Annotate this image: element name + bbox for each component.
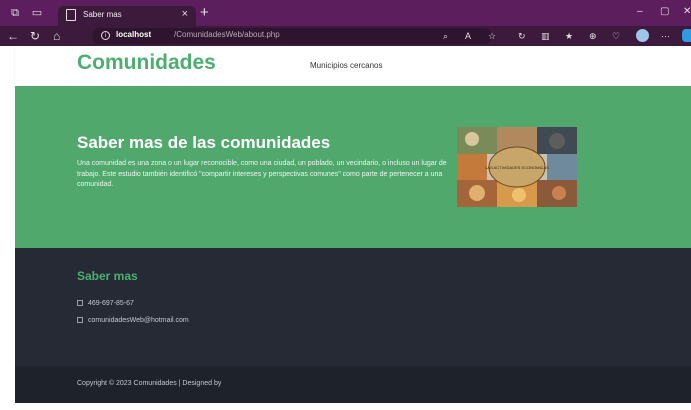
close-tab-icon[interactable]: ×	[182, 8, 188, 20]
email-address[interactable]: comunidadesWeb@hotmail.com	[88, 317, 189, 324]
read-aloud-icon[interactable]: A	[465, 30, 471, 42]
site-brand[interactable]: Comunidades	[77, 51, 216, 75]
email-icon	[77, 317, 83, 323]
contact-email: comunidadesWeb@hotmail.com	[77, 317, 189, 324]
tab-title: Saber mas	[83, 10, 122, 19]
site-navbar: Comunidades Municipios cercanos	[15, 46, 691, 86]
address-bar[interactable]: i localhost /ComunidadesWeb/about.php	[92, 28, 492, 44]
image-caption: LAS ACTIVIDADES ECONOMICAS	[485, 165, 549, 170]
home-icon[interactable]: ⌂	[53, 29, 60, 43]
hero-section: Saber mas de las comunidades Una comunid…	[15, 86, 691, 248]
economic-activities-image: LAS ACTIVIDADES ECONOMICAS	[457, 127, 577, 207]
favorite-star-icon[interactable]: ☆	[488, 30, 496, 42]
refresh-icon[interactable]: ↻	[30, 29, 40, 43]
browser-essentials-icon[interactable]: ♡	[612, 30, 620, 42]
site-info-icon[interactable]: i	[101, 31, 110, 40]
collections-icon[interactable]: ⊕	[589, 30, 597, 42]
more-options-icon[interactable]: ···	[661, 30, 670, 42]
url-host: localhost	[116, 30, 152, 39]
phone-icon	[77, 300, 83, 306]
browser-tab-strip: ⧉ ▭ Saber mas × + – ▢ ✕	[0, 0, 691, 26]
hero-title: Saber mas de las comunidades	[77, 133, 331, 152]
close-window-icon[interactable]: ✕	[683, 6, 691, 17]
nav-link-municipios[interactable]: Municipios cercanos	[310, 61, 382, 70]
browser-tab[interactable]: Saber mas ×	[58, 6, 196, 26]
favorites-icon[interactable]: ★	[565, 30, 573, 42]
copyright-bar: Copyright © 2023 Comunidades | Designed …	[15, 366, 691, 403]
maximize-icon[interactable]: ▢	[660, 6, 669, 17]
browser-toolbar: ← ↻ ⌂ i localhost /ComunidadesWeb/about.…	[0, 26, 691, 46]
page-icon	[66, 9, 76, 21]
footer-title: Saber mas	[77, 269, 138, 283]
contact-phone: 469-697-85-67	[77, 300, 134, 307]
split-screen-icon[interactable]: ▥	[541, 30, 550, 42]
workspaces-icon[interactable]: ⧉	[8, 6, 22, 20]
phone-number: 469-697-85-67	[88, 300, 134, 307]
copilot-icon[interactable]	[682, 29, 691, 42]
site-footer: Saber mas 469-697-85-67 comunidadesWeb@h…	[15, 248, 691, 366]
minimize-icon[interactable]: –	[637, 6, 643, 17]
new-tab-icon[interactable]: +	[200, 4, 209, 21]
refresh-extension-icon[interactable]: ↻	[518, 30, 526, 42]
profile-avatar[interactable]	[636, 29, 649, 42]
hero-description: Una comunidad es una zona o un lugar rec…	[77, 160, 447, 188]
page-bottom	[15, 403, 691, 410]
web-page: Comunidades Municipios cercanos Saber ma…	[15, 46, 691, 410]
tab-actions-icon[interactable]: ▭	[30, 6, 44, 20]
zoom-icon[interactable]: ⌕	[443, 30, 448, 42]
back-icon[interactable]: ←	[7, 29, 19, 43]
copyright-text: Copyright © 2023 Comunidades | Designed …	[77, 380, 222, 387]
url-path: /ComunidadesWeb/about.php	[174, 30, 280, 39]
